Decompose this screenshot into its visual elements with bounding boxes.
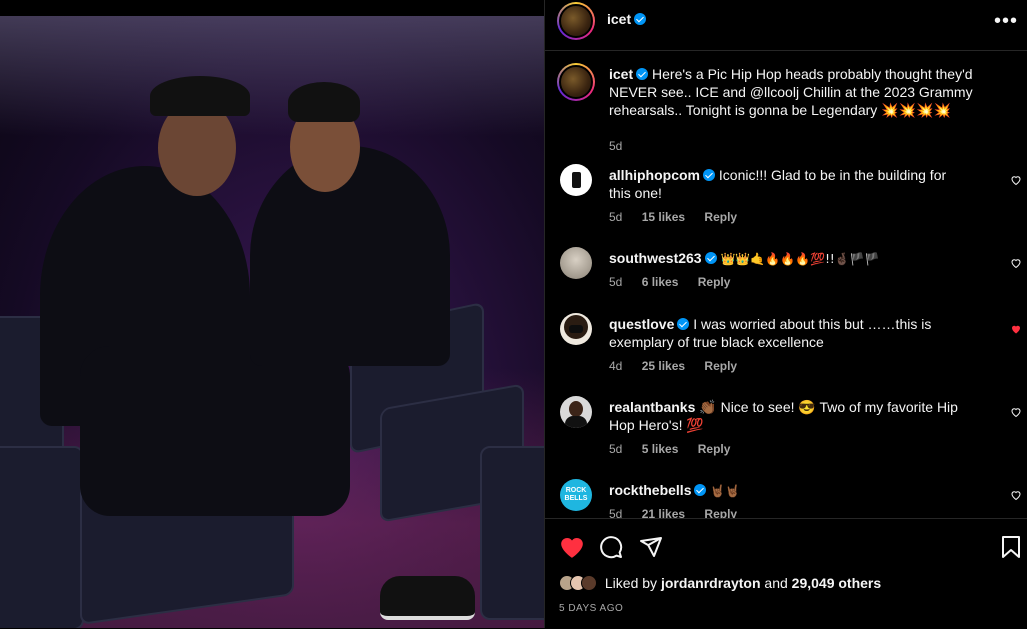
verified-badge-icon xyxy=(677,318,690,330)
chair xyxy=(480,446,544,620)
comment-meta: 4d 25 likes Reply xyxy=(609,359,738,373)
comments-list[interactable]: icet Here's a Pic Hip Hop heads probably… xyxy=(545,51,1027,518)
comment-icon[interactable] xyxy=(599,535,623,559)
reply-button[interactable]: Reply xyxy=(704,359,737,373)
comment-avatar[interactable] xyxy=(560,396,592,428)
top-bar xyxy=(0,0,544,16)
comment-likes[interactable]: 25 likes xyxy=(642,359,685,373)
caption-text: Here's a Pic Hip Hop heads probably thou… xyxy=(609,66,973,118)
verified-badge-icon xyxy=(634,13,647,25)
person-right xyxy=(250,146,450,366)
likes-summary: Liked by jordanrdrayton and 29,049 other… xyxy=(559,575,881,591)
post-panel: icet ••• icet Here's a Pic Hip Hop heads… xyxy=(544,0,1027,628)
liker-username[interactable]: jordanrdrayton xyxy=(661,575,761,591)
comment-meta: 5d 15 likes Reply xyxy=(609,210,738,224)
sneaker xyxy=(380,576,475,620)
reply-button[interactable]: Reply xyxy=(704,210,737,224)
more-options-icon[interactable]: ••• xyxy=(994,10,1018,33)
verified-badge-icon xyxy=(704,252,717,264)
comment-username[interactable]: realantbanks xyxy=(609,399,695,415)
comment-avatar[interactable] xyxy=(560,247,592,279)
verified-badge-icon xyxy=(694,484,707,496)
author-username[interactable]: icet xyxy=(607,11,631,27)
comment-meta: 5d 21 likes Reply xyxy=(609,507,737,518)
caption-username[interactable]: icet xyxy=(609,66,633,82)
comment-avatar[interactable] xyxy=(560,164,592,196)
comment-username[interactable]: allhiphopcom xyxy=(609,167,700,183)
comment-likes[interactable]: 15 likes xyxy=(642,210,685,224)
comment-like-icon[interactable] xyxy=(1010,257,1022,269)
verified-badge-icon xyxy=(636,68,649,80)
comment-username[interactable]: rockthebells xyxy=(609,482,691,498)
comment-likes[interactable]: 6 likes xyxy=(642,275,679,289)
post-header: icet ••• xyxy=(545,0,1027,51)
liker-avatar xyxy=(581,575,597,591)
caption-meta: 5d xyxy=(609,139,623,153)
caption-avatar[interactable] xyxy=(557,63,595,101)
verified-badge-icon xyxy=(703,169,715,181)
comment-like-icon[interactable] xyxy=(1010,174,1022,186)
share-icon[interactable] xyxy=(639,535,663,559)
comment-avatar[interactable]: ROCK BELLS xyxy=(560,479,592,511)
action-bar: Liked by jordanrdrayton and 29,049 other… xyxy=(545,518,1027,629)
comment-meta: 5d 5 likes Reply xyxy=(609,442,731,456)
reply-button[interactable]: Reply xyxy=(698,275,731,289)
comment-liked-icon[interactable] xyxy=(1010,323,1022,335)
heart-filled-icon[interactable] xyxy=(559,535,585,559)
comment-like-icon[interactable] xyxy=(1010,406,1022,418)
comment-likes[interactable]: 5 likes xyxy=(642,442,679,456)
likes-count[interactable]: 29,049 others xyxy=(792,575,882,591)
author-avatar[interactable] xyxy=(557,2,595,40)
comment-avatar[interactable] xyxy=(560,313,592,345)
person-left-cap xyxy=(150,76,250,116)
reply-button[interactable]: Reply xyxy=(704,507,737,518)
comment-text: 👑👑🤙🔥🔥🔥💯!!🤞🏿🏴🏴 xyxy=(720,252,880,266)
post-photo[interactable] xyxy=(0,16,544,628)
comment-meta: 5d 6 likes Reply xyxy=(609,275,731,289)
comment-username[interactable]: southwest263 xyxy=(609,250,702,266)
post-date: 5 DAYS AGO xyxy=(559,603,624,614)
comment-text: 🤘🏾🤘🏾 xyxy=(710,484,741,498)
person-right-beanie xyxy=(288,82,360,122)
chair xyxy=(0,446,84,628)
comment-like-icon[interactable] xyxy=(1010,489,1022,501)
comment-likes[interactable]: 21 likes xyxy=(642,507,685,518)
reply-button[interactable]: Reply xyxy=(698,442,731,456)
comment-username[interactable]: questlove xyxy=(609,316,674,332)
bookmark-icon[interactable] xyxy=(1001,535,1021,559)
